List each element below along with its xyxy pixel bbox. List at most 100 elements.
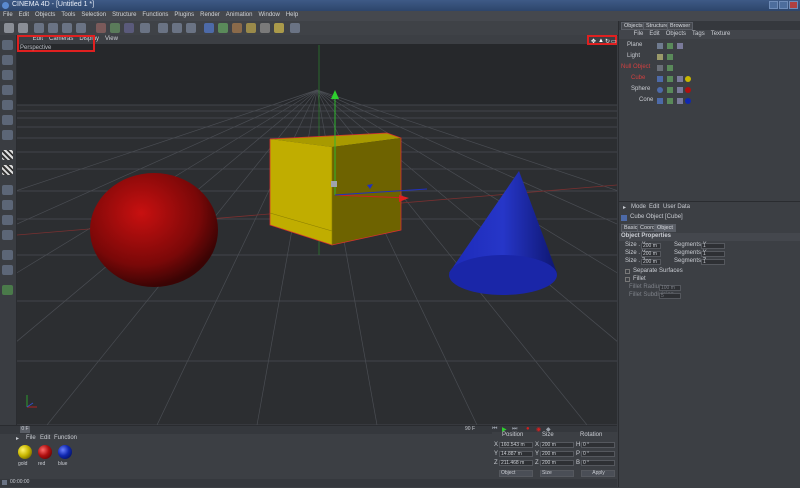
use-model-tool-icon[interactable] xyxy=(2,40,13,50)
position-z-field[interactable]: 211.468 m xyxy=(499,460,533,466)
use-edge-tool-icon[interactable] xyxy=(2,115,13,125)
attributes-menu-edit[interactable]: Edit xyxy=(649,204,659,210)
attributes-menu-mode[interactable]: Mode xyxy=(631,204,646,210)
material-menu-function[interactable]: Function xyxy=(54,435,77,441)
material-menu-icon[interactable]: ▸ xyxy=(16,435,19,442)
array-icon[interactable] xyxy=(232,23,242,33)
scale-icon[interactable] xyxy=(62,23,72,33)
separate-surfaces-checkbox[interactable] xyxy=(625,269,630,274)
fillet-radius-field[interactable]: 100 m xyxy=(659,285,681,291)
segments-z-field[interactable]: 1 xyxy=(701,259,725,265)
menu-structure[interactable]: Structure xyxy=(109,11,139,19)
position-y-field[interactable]: 14.887 m xyxy=(499,451,533,457)
object-row-null[interactable]: Null Object xyxy=(619,63,800,73)
material-tag-icon[interactable] xyxy=(685,76,691,82)
x-axis-icon[interactable] xyxy=(96,23,106,33)
magnet-icon[interactable] xyxy=(2,185,13,195)
rotation-p-field[interactable]: 0 ° xyxy=(581,451,615,457)
checker-icon[interactable] xyxy=(2,150,13,160)
red-material-icon[interactable] xyxy=(38,445,52,459)
light-icon[interactable] xyxy=(274,23,284,33)
rotation-h-field[interactable]: 0 ° xyxy=(581,442,615,448)
menu-help[interactable]: Help xyxy=(283,11,301,19)
texture-tag-icon[interactable] xyxy=(677,87,683,93)
visibility-icon[interactable] xyxy=(667,76,673,82)
grid-snap-icon[interactable] xyxy=(2,285,13,295)
coordinate-system-icon[interactable] xyxy=(140,23,150,33)
rotation-b-field[interactable]: 0 ° xyxy=(581,460,615,466)
object-row-plane[interactable]: Plane xyxy=(619,41,800,51)
fillet-subdivision-field[interactable]: 5 xyxy=(659,293,681,299)
cube-primitive-icon[interactable] xyxy=(204,23,214,33)
tag-icon[interactable] xyxy=(677,43,683,49)
attributes-menu-icon[interactable]: ▸ xyxy=(623,204,626,211)
blue-material-icon[interactable] xyxy=(58,445,72,459)
menu-animation[interactable]: Animation xyxy=(223,11,256,19)
object-row-light[interactable]: Light xyxy=(619,52,800,62)
size-z-coord-field[interactable]: 200 m xyxy=(540,460,574,466)
visibility-icon[interactable] xyxy=(667,43,673,49)
scene-icon[interactable] xyxy=(260,23,270,33)
tab-objects[interactable]: Objects xyxy=(621,22,646,30)
object-menu-icon[interactable] xyxy=(619,33,629,35)
object-row-cone[interactable]: Cone xyxy=(619,96,800,106)
use-axis-tool-icon[interactable] xyxy=(2,85,13,95)
size-z-field[interactable]: 200 m xyxy=(641,259,661,265)
nurbs-icon[interactable] xyxy=(218,23,228,33)
render-view-icon[interactable] xyxy=(158,23,168,33)
menu-selection[interactable]: Selection xyxy=(78,11,109,19)
object-menu-texture[interactable]: Texture xyxy=(708,30,734,38)
maximize-button[interactable] xyxy=(779,1,788,9)
object-menu-objects[interactable]: Objects xyxy=(663,30,689,38)
texture-tag-icon[interactable] xyxy=(677,98,683,104)
gold-material-icon[interactable] xyxy=(18,445,32,459)
extrude-icon[interactable] xyxy=(2,230,13,240)
knife-icon[interactable] xyxy=(2,200,13,210)
object-row-cube[interactable]: Cube xyxy=(619,74,800,84)
maximize-view-icon[interactable]: ▭ xyxy=(611,38,617,45)
undo-icon[interactable] xyxy=(4,23,14,33)
use-polygon-tool-icon[interactable] xyxy=(2,130,13,140)
menu-edit[interactable]: Edit xyxy=(16,11,32,19)
attributes-menu-user-data[interactable]: User Data xyxy=(663,204,690,210)
viewport-menu-view[interactable]: View xyxy=(102,35,121,43)
size-y-coord-field[interactable]: 200 m xyxy=(540,451,574,457)
y-axis-icon[interactable] xyxy=(110,23,120,33)
size-x-field[interactable]: 200 m xyxy=(641,243,661,249)
object-row-sphere[interactable]: Sphere xyxy=(619,85,800,95)
menu-window[interactable]: Window xyxy=(255,11,282,19)
render-picture-viewer-icon[interactable] xyxy=(172,23,182,33)
menu-plugins[interactable]: Plugins xyxy=(171,11,197,19)
deformer-icon[interactable] xyxy=(246,23,256,33)
move-view-icon[interactable]: ✥ xyxy=(591,38,596,45)
object-menu-edit[interactable]: Edit xyxy=(646,30,662,38)
texture-icon[interactable] xyxy=(2,165,13,175)
redo-icon[interactable] xyxy=(18,23,28,33)
visibility-icon[interactable] xyxy=(667,98,673,104)
rotate-view-icon[interactable]: ↻ xyxy=(605,38,610,45)
fillet-checkbox[interactable] xyxy=(625,277,630,282)
zoom-view-icon[interactable]: ▲ xyxy=(598,38,604,44)
z-axis-icon[interactable] xyxy=(124,23,134,33)
material-menu-edit[interactable]: Edit xyxy=(40,435,50,441)
material-tag-icon[interactable] xyxy=(685,98,691,104)
size-y-field[interactable]: 200 m xyxy=(641,251,661,257)
timeline-current-frame[interactable]: 0 F xyxy=(20,426,30,433)
size-mode-dropdown[interactable]: Size xyxy=(540,470,574,477)
live-selection-icon[interactable] xyxy=(34,23,44,33)
object-mode-dropdown[interactable]: Object xyxy=(499,470,533,477)
use-point-tool-icon[interactable] xyxy=(2,100,13,110)
menu-file[interactable]: File xyxy=(0,11,16,19)
bevel-icon[interactable] xyxy=(2,215,13,225)
segments-y-field[interactable]: 1 xyxy=(701,251,725,257)
menu-tools[interactable]: Tools xyxy=(58,11,78,19)
use-object-tool-icon[interactable] xyxy=(2,55,13,65)
move-icon[interactable] xyxy=(48,23,58,33)
object-menu-file[interactable]: File xyxy=(631,30,647,38)
paint-icon[interactable] xyxy=(2,265,13,275)
tab-object[interactable]: Object xyxy=(654,224,676,232)
texture-tag-icon[interactable] xyxy=(677,76,683,82)
menu-render[interactable]: Render xyxy=(197,11,223,19)
apply-button[interactable]: Apply xyxy=(581,470,615,477)
position-x-field[interactable]: 160.543 m xyxy=(499,442,533,448)
